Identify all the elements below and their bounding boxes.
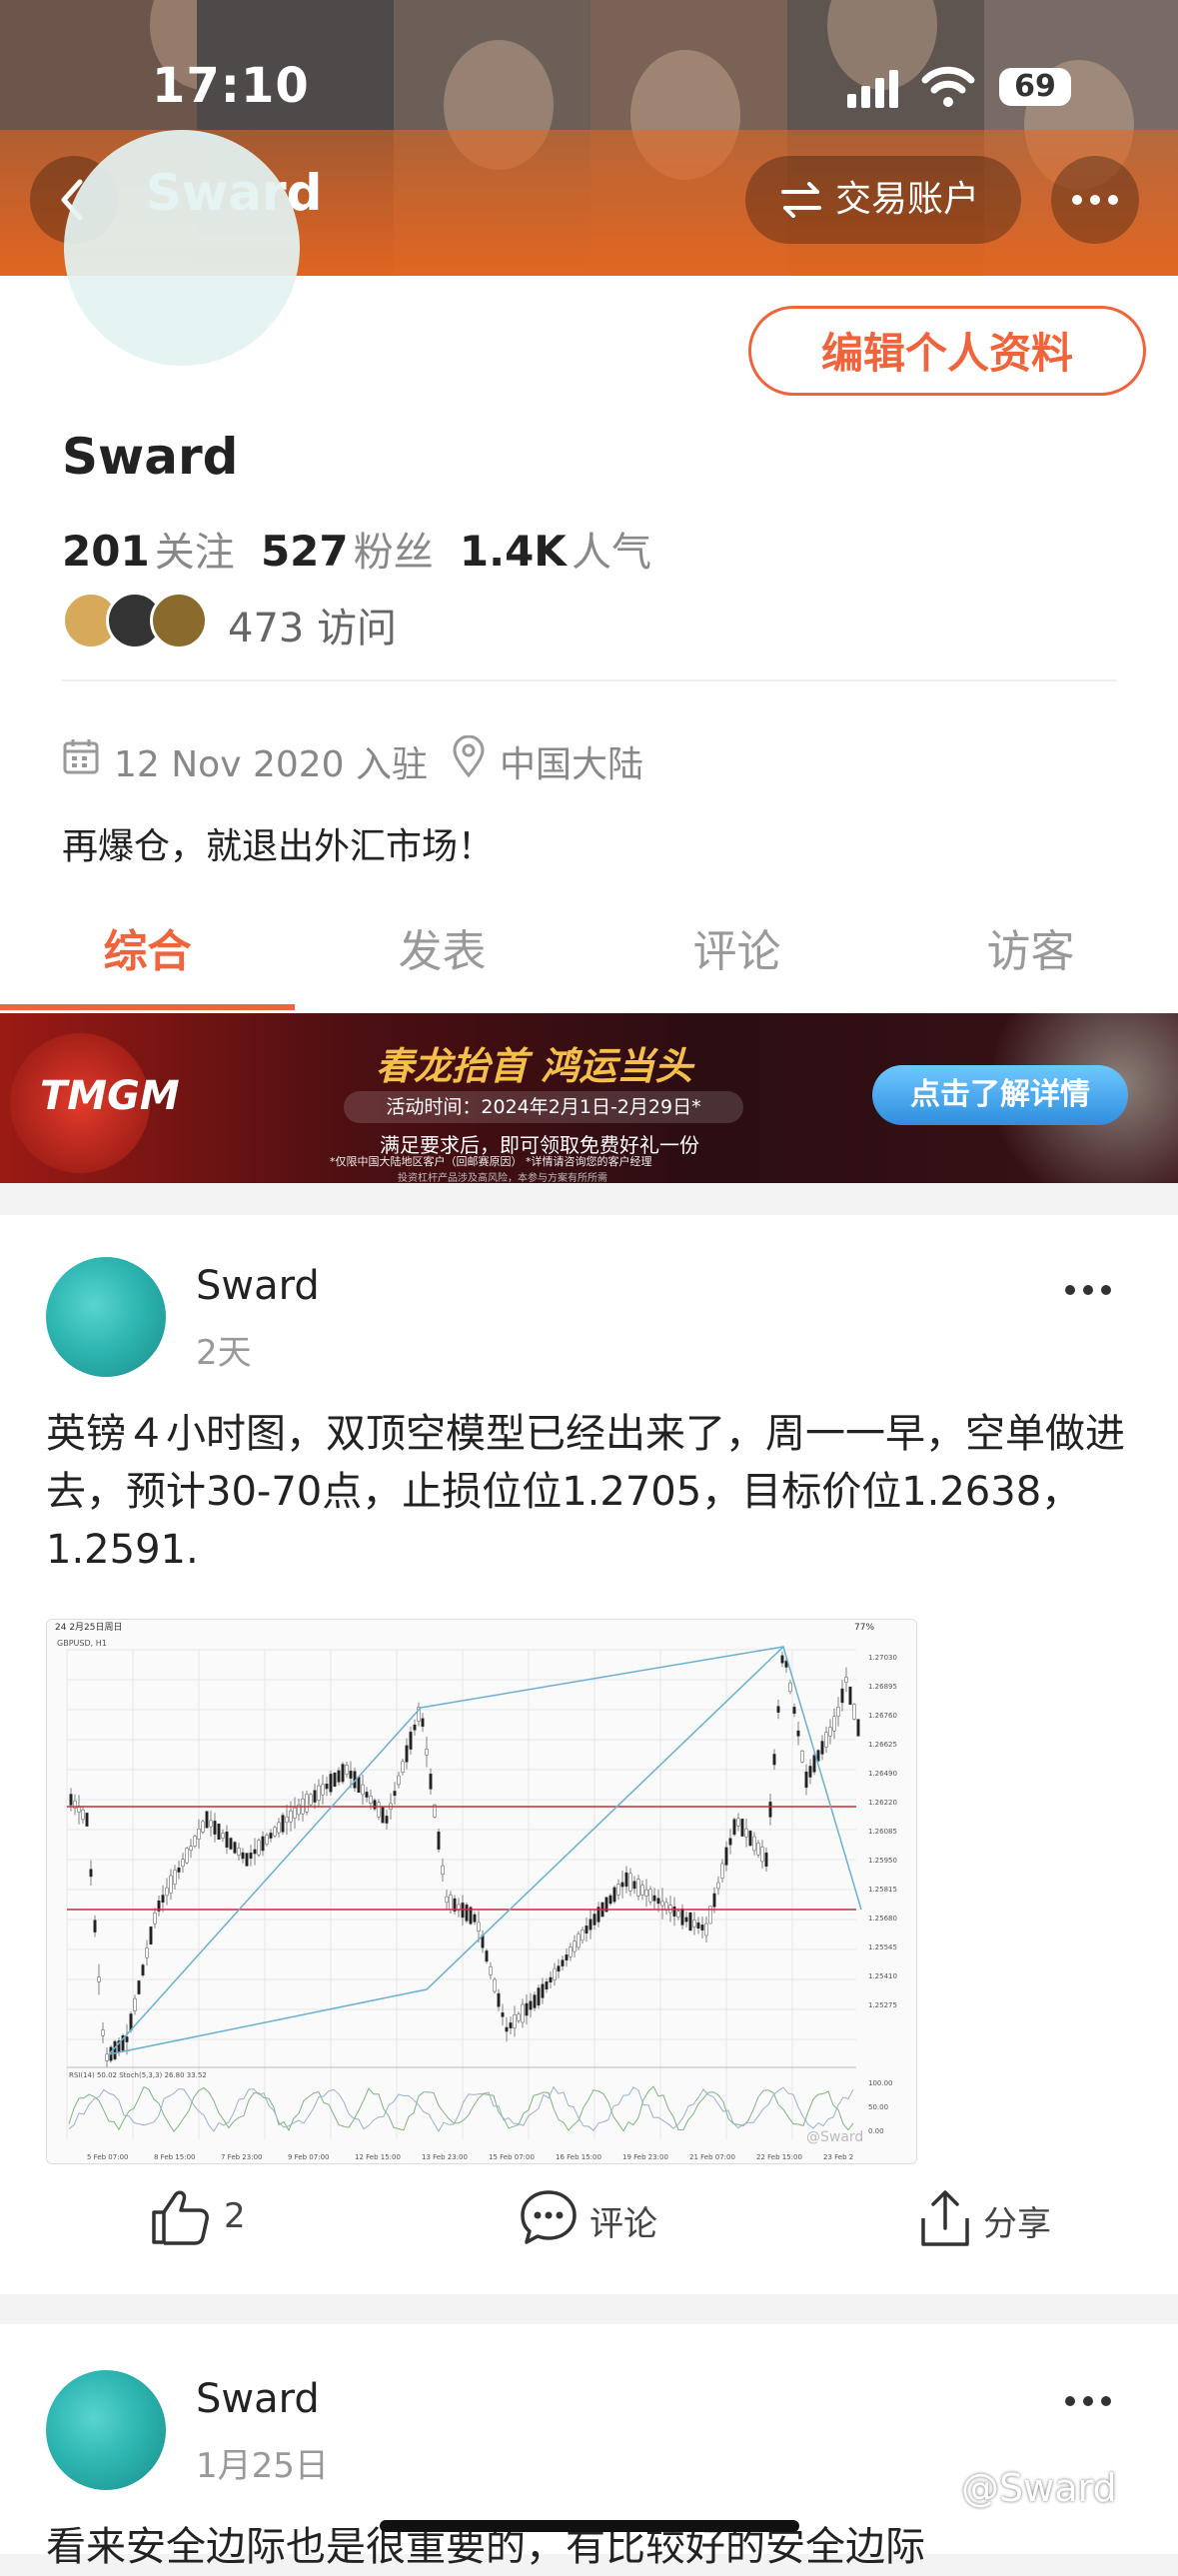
share-label: 分享 xyxy=(983,2204,1051,2244)
price-tick-label: 1.26625 xyxy=(868,1741,897,1749)
location: 中国大陆 xyxy=(500,744,644,785)
oscillator-label: RSI(14) 50.02 Stoch(5,3,3) 26.80 33.52 xyxy=(69,2071,207,2079)
post-chart-image[interactable]: 24 2月25日周日 77% GBPUSD, H1 1.27030 1.26895… xyxy=(46,1619,917,2164)
battery-indicator: 69 xyxy=(999,68,1071,106)
visit-count[interactable]: 473 访问 xyxy=(228,596,397,653)
date-tick-label: 12 Feb 15:00 xyxy=(355,2153,401,2161)
more-dot xyxy=(1083,2396,1093,2406)
followers-count[interactable]: 527 xyxy=(261,527,349,576)
tab-posts[interactable]: 发表 xyxy=(295,915,589,979)
price-tick-label: 1.26895 xyxy=(868,1683,897,1691)
tab-visitors[interactable]: 访客 xyxy=(883,915,1178,979)
price-tick-label: 1.27030 xyxy=(868,1654,897,1662)
price-tick-label: 1.26085 xyxy=(868,1828,897,1836)
price-tick-label: 1.26490 xyxy=(868,1770,897,1778)
followers-label[interactable]: 粉丝 xyxy=(354,530,434,576)
like-count: 2 xyxy=(224,2196,246,2236)
date-tick-label: 7 Feb 23:00 xyxy=(221,2153,262,2161)
home-indicator[interactable] xyxy=(380,2520,799,2532)
price-tick-label: 1.26760 xyxy=(868,1712,897,1720)
trading-account-label: 交易账户 xyxy=(835,179,980,220)
swap-arrows-icon xyxy=(781,182,821,218)
avatar[interactable] xyxy=(64,130,300,366)
price-tick-label: 1.25410 xyxy=(868,1972,897,1980)
price-tick-label: 1.25815 xyxy=(868,1886,897,1894)
date-tick-label: 19 Feb 23:00 xyxy=(622,2153,668,2161)
chart-header-left: 24 2月25日周日 xyxy=(55,1622,123,1633)
date-tick-label: 15 Feb 07:00 xyxy=(489,2153,535,2161)
post-more-button[interactable] xyxy=(1065,1285,1115,1301)
date-tick-label: 16 Feb 15:00 xyxy=(556,2153,601,2161)
divider xyxy=(62,679,1117,681)
ad-period: 活动时间：2024年2月1日-2月29日* xyxy=(344,1091,743,1123)
ad-brand-logo: TMGM xyxy=(40,1073,180,1119)
more-options-button[interactable] xyxy=(1051,156,1139,244)
watermark: @Sward xyxy=(961,2466,1117,2510)
ad-details-button[interactable]: 点击了解详情 xyxy=(872,1065,1128,1125)
date-tick-label: 8 Feb 15:00 xyxy=(154,2153,195,2161)
price-tick-label: 1.26220 xyxy=(868,1799,897,1807)
post-author-avatar[interactable] xyxy=(46,2370,166,2490)
date-tick-label: 5 Feb 07:00 xyxy=(87,2153,128,2161)
calendar-icon xyxy=(63,739,99,774)
comment-label: 评论 xyxy=(589,2204,657,2244)
post-author-avatar[interactable] xyxy=(46,1257,166,1377)
price-tick-label: 1.25545 xyxy=(868,1943,897,1951)
forex-chart-screenshot: 24 2月25日周日 77% GBPUSD, H1 1.27030 1.26895… xyxy=(47,1620,916,2163)
popularity-label: 人气 xyxy=(571,530,651,576)
date-tick-label: 13 Feb 23:00 xyxy=(422,2153,468,2161)
location-pin-icon xyxy=(453,735,485,777)
wifi-icon xyxy=(921,66,975,107)
ad-banner[interactable]: TMGM 春龙抬首 鸿运当头 活动时间：2024年2月1日-2月29日* 满足要… xyxy=(0,1013,1178,1183)
trading-account-button[interactable]: 交易账户 xyxy=(745,156,1021,244)
more-dot xyxy=(1101,1285,1111,1295)
ad-disclaimer: *仅限中国大陆地区客户（回邮赛原因） *详情请咨询您的客户经理 xyxy=(330,1155,652,1168)
post-text[interactable]: 英镑４小时图，双顶空模型已经出来了，周一一早，空单做进去，预计30-70点，止损… xyxy=(46,1405,1135,1579)
price-tick-label: 1.25680 xyxy=(868,1915,897,1923)
following-count[interactable]: 201 xyxy=(62,527,150,576)
more-dots-icon xyxy=(1065,2396,1075,2406)
tab-comments[interactable]: 评论 xyxy=(589,915,884,979)
share-icon xyxy=(921,2190,969,2246)
more-dot xyxy=(1101,2396,1111,2406)
profile-bio: 再爆仓，就退出外汇市场！ xyxy=(62,826,495,867)
chart-symbol: GBPUSD, H1 xyxy=(57,1639,107,1648)
date-tick-label: 22 Feb 15:00 xyxy=(756,2153,802,2161)
more-dots-icon xyxy=(1065,1285,1075,1295)
chart-watermark: @Sward xyxy=(806,2129,863,2145)
ad-risk-note: 投资杠杆产品涉及高风险，本参与方案有所所需 xyxy=(398,1173,607,1183)
post-author-name[interactable]: Sward xyxy=(196,2376,320,2422)
oscillator-tick-label: 100.00 xyxy=(868,2079,893,2087)
join-date: 12 Nov 2020 入驻 xyxy=(114,744,429,785)
following-label[interactable]: 关注 xyxy=(155,530,235,576)
chart-header-battery: 77% xyxy=(854,1623,874,1633)
more-dot xyxy=(1083,1285,1093,1295)
more-dots-icon xyxy=(1072,195,1118,205)
price-tick-label: 1.25275 xyxy=(868,2001,897,2009)
date-tick-label: 23 Feb 2 xyxy=(823,2153,853,2161)
popularity-count: 1.4K xyxy=(459,527,567,576)
post-author-name[interactable]: Sward xyxy=(196,1263,320,1309)
profile-stats: 201 关注 527 粉丝 1.4K 人气 xyxy=(62,520,651,578)
post-time: 1月25日 xyxy=(196,2446,329,2486)
visitor-avatar xyxy=(150,592,208,649)
edit-profile-button[interactable]: 编辑个人资料 xyxy=(748,306,1146,396)
ad-title: 春龙抬首 鸿运当头 xyxy=(376,1044,693,1088)
price-tick-label: 1.25950 xyxy=(868,1857,897,1865)
oscillator-tick-label: 0.00 xyxy=(868,2127,884,2135)
cellular-signal-icon xyxy=(847,68,901,108)
oscillator-tick-label: 50.00 xyxy=(868,2103,888,2111)
active-tab-indicator xyxy=(0,1004,295,1010)
status-time: 17:10 xyxy=(152,58,310,114)
date-tick-label: 9 Feb 07:00 xyxy=(288,2153,329,2161)
tab-overview[interactable]: 综合 xyxy=(0,915,295,979)
post-more-button[interactable] xyxy=(1065,2396,1115,2412)
comment-bubble-icon xyxy=(521,2190,577,2244)
thumbs-up-icon xyxy=(152,2190,209,2245)
profile-tabs: 综合 发表 评论 访客 xyxy=(0,875,1178,1015)
profile-name: Sward xyxy=(62,428,239,486)
post-time: 2天 xyxy=(196,1333,252,1373)
date-tick-label: 21 Feb 07:00 xyxy=(689,2153,735,2161)
